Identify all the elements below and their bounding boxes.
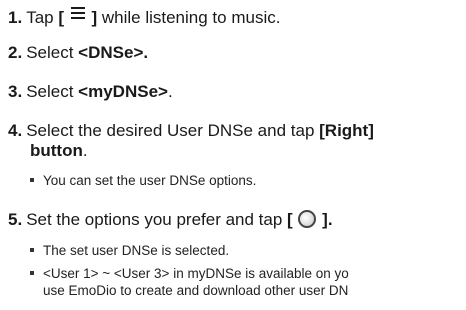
note-step4-1: You can set the user DNSe options. [30,173,256,189]
step-4-continuation: button. [30,141,88,160]
step-2: 2. Select <DNSe>. [8,43,149,62]
step-1: 1. Tap [ ] while listening to music. [8,4,280,27]
note-step5-1: The set user DNSe is selected. [30,243,229,259]
ok-circle-icon [298,210,317,228]
step-4: 4. Select the desired User DNSe and tap [… [8,121,374,140]
step-3: 3. Select <myDNSe>. [8,82,173,101]
bullet-icon [30,271,34,275]
menu-icon [70,4,85,22]
bullet-icon [30,178,34,182]
note-step5-2-continuation: use EmoDio to create and download other … [43,283,349,298]
step-5: 5. Set the options you prefer and tap [ ]… [8,210,333,229]
bullet-icon [30,248,34,252]
note-step5-2: <User 1> ~ <User 3> in myDNSe is availab… [30,266,349,282]
